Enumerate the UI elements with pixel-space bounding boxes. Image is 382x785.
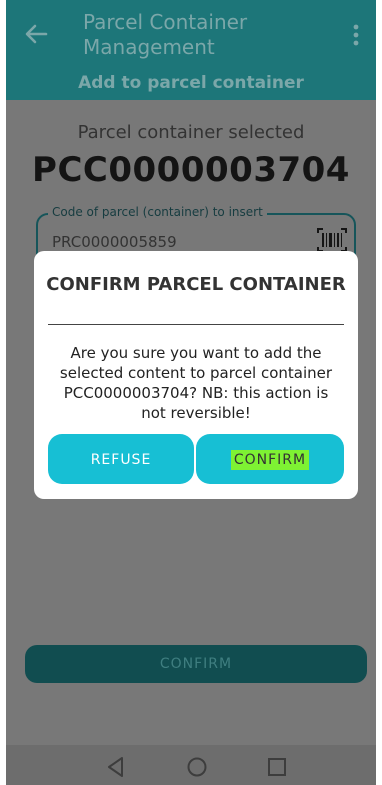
selected-container-label: Parcel container selected xyxy=(77,122,305,143)
more-options-button[interactable] xyxy=(344,20,368,50)
dialog-divider xyxy=(48,324,344,325)
selected-container-code: PCC0000003704 xyxy=(32,150,350,190)
dialog-title: CONFIRM PARCEL CONTAINER xyxy=(46,274,346,295)
nav-recents-icon xyxy=(268,758,286,776)
app-title: Parcel Container Management xyxy=(83,10,248,59)
nav-home-icon xyxy=(187,757,207,777)
dialog-confirm-label: CONFIRM xyxy=(230,450,310,470)
dialog-message: Are you sure you want to add the selecte… xyxy=(59,344,333,422)
back-button[interactable] xyxy=(20,18,52,50)
parcel-code-field-label: Code of parcel (container) to insert xyxy=(48,205,267,219)
more-vert-icon xyxy=(353,24,359,46)
nav-back-icon xyxy=(108,757,123,777)
app-frame: Parcel Container Management Add to parce… xyxy=(6,0,376,785)
back-arrow-icon xyxy=(25,24,48,44)
confirm-button[interactable]: CONFIRM xyxy=(25,645,367,683)
confirm-dialog: CONFIRM PARCEL CONTAINER Are you sure yo… xyxy=(34,251,358,499)
refuse-button[interactable]: REFUSE xyxy=(48,434,194,484)
nav-back-button[interactable] xyxy=(104,755,128,779)
app-bar: Parcel Container Management Add to parce… xyxy=(6,0,376,100)
barcode-icon xyxy=(317,228,347,252)
nav-recents-button[interactable] xyxy=(265,755,289,779)
nav-home-button[interactable] xyxy=(185,755,209,779)
barcode-scan-button[interactable] xyxy=(316,227,348,253)
system-nav-bar xyxy=(6,745,376,785)
dialog-confirm-button[interactable]: CONFIRM xyxy=(196,434,344,484)
page-subtitle: Add to parcel container xyxy=(78,73,304,93)
parcel-code-input[interactable]: PRC0000005859 xyxy=(52,233,177,251)
